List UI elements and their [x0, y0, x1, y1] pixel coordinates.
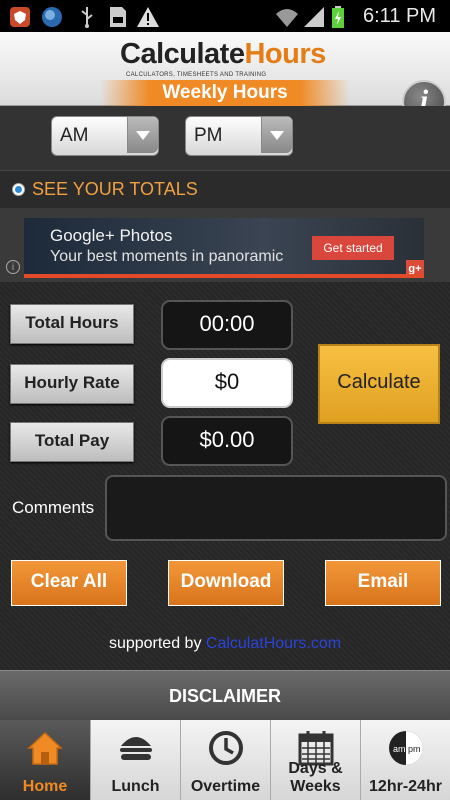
chevron-down-icon [261, 117, 292, 153]
ad-divider [24, 274, 424, 278]
supported-prefix: supported by [108, 635, 206, 652]
total-pay-label: Total Pay [10, 422, 134, 462]
globe-app-icon [42, 7, 62, 27]
hourly-rate-input[interactable]: $0 [161, 358, 293, 408]
supported-link[interactable]: CalculatHours.com [206, 635, 341, 652]
warning-icon [137, 7, 159, 27]
svg-text:am: am [393, 744, 406, 754]
burger-icon [120, 737, 152, 760]
see-totals-row[interactable]: SEE YOUR TOTALS [0, 170, 450, 208]
tab-lunch-label: Lunch [111, 778, 160, 795]
tab-home-label: Home [22, 778, 68, 795]
logo-tagline: CALCULATORS, TIMESHEETS AND TRAINING [126, 72, 267, 78]
status-bar: 6:11 PM [0, 0, 450, 32]
hourly-rate-label: Hourly Rate [10, 364, 134, 404]
ampm-section: AM PM [0, 106, 450, 170]
battery-icon [332, 6, 344, 28]
calculator-panel: Total Hours 00:00 Hourly Rate $0 Total P… [0, 282, 450, 670]
chevron-down-icon [127, 117, 158, 153]
sd-card-icon [110, 7, 126, 27]
ad-get-started-button[interactable]: Get started [312, 236, 394, 260]
comments-label: Comments [12, 498, 95, 517]
totals-radio[interactable] [12, 183, 25, 196]
total-hours-field: 00:00 [161, 300, 293, 350]
ad-title: Google+ Photos [50, 226, 173, 245]
ad-banner-area: i Google+ Photos Your best moments in pa… [0, 208, 450, 282]
app-header: CalculateHours CALCULATORS, TIMESHEETS A… [0, 32, 450, 124]
ad-info-icon[interactable]: i [6, 260, 20, 274]
usb-icon [81, 7, 93, 28]
ampm-icon: am pm [389, 731, 423, 765]
disclaimer-button[interactable]: DISCLAIMER [0, 670, 450, 720]
am-pm-select-right[interactable]: PM [185, 116, 293, 156]
calculate-button[interactable]: Calculate [318, 344, 440, 424]
wifi-icon [276, 9, 298, 27]
tab-days-weeks[interactable]: Days & Weeks [270, 720, 360, 800]
svg-text:pm: pm [408, 744, 421, 754]
see-totals-label: SEE YOUR TOTALS [32, 179, 198, 199]
tab-overtime-label: Overtime [190, 778, 261, 795]
supported-by-text: supported by CalculatHours.com [0, 635, 450, 653]
logo: CalculateHours [120, 38, 326, 71]
clock-icon [209, 731, 243, 765]
total-hours-label: Total Hours [10, 304, 134, 344]
am-pm-select-right-value: PM [194, 125, 223, 146]
status-time: 6:11 PM [363, 5, 436, 27]
logo-part-hours: Hours [244, 38, 326, 70]
am-pm-select-left[interactable]: AM [51, 116, 159, 156]
tab-12hr-24hr-label: 12hr-24hr [369, 778, 442, 795]
tab-lunch[interactable]: Lunch [90, 720, 180, 800]
clear-all-button[interactable]: Clear All [11, 560, 127, 606]
comments-input[interactable] [105, 475, 447, 541]
email-button[interactable]: Email [325, 560, 441, 606]
tab-12hr-24hr[interactable]: am pm 12hr-24hr [360, 720, 450, 800]
ad-subtitle: Your best moments in panoramic [50, 248, 284, 265]
signal-icon [304, 7, 324, 27]
am-pm-select-left-value: AM [60, 125, 89, 146]
download-button[interactable]: Download [168, 560, 284, 606]
home-icon [27, 731, 63, 765]
logo-part-calculate: Calculate [120, 38, 245, 70]
total-pay-field: $0.00 [161, 416, 293, 466]
tab-days-weeks-label: Days & Weeks [288, 760, 343, 795]
tab-home[interactable]: Home [0, 720, 90, 800]
tab-overtime[interactable]: Overtime [180, 720, 270, 800]
ad-banner[interactable]: Google+ Photos Your best moments in pano… [24, 218, 424, 278]
bottom-tab-bar: Home Lunch Overtime Days & Weeks am pm 12… [0, 720, 450, 800]
shield-app-icon [10, 7, 30, 27]
page-title: Weekly Hours [100, 80, 350, 106]
